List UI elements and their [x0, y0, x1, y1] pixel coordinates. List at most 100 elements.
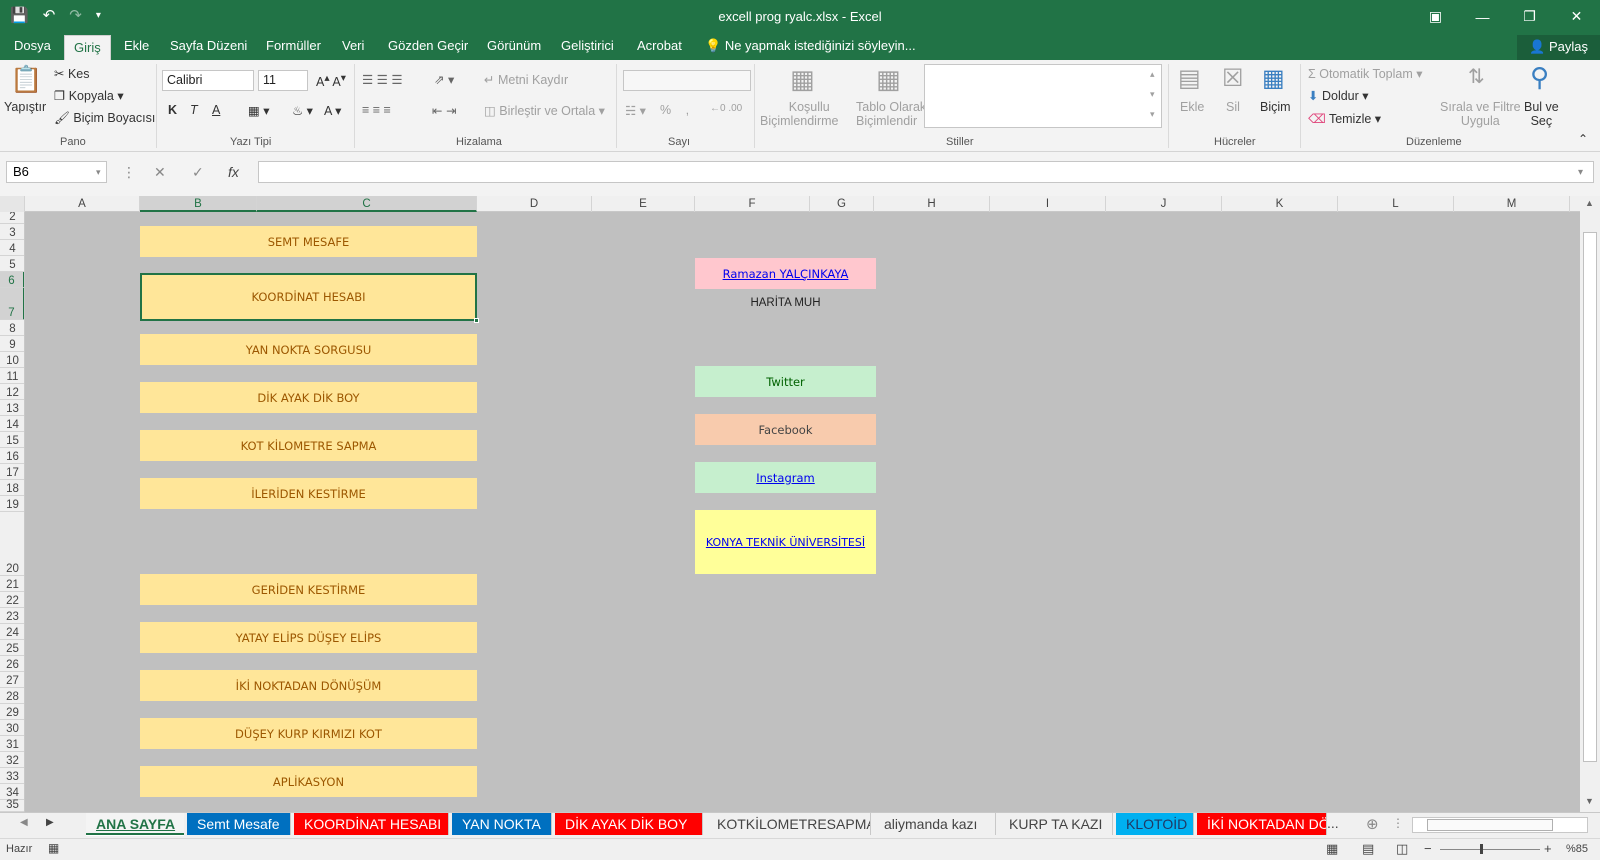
insert-function-icon[interactable]: fx [228, 164, 239, 180]
row-header[interactable]: 13 [0, 400, 24, 416]
format-table-icon[interactable]: ▦ [876, 64, 901, 95]
restore-icon[interactable]: ❐ [1506, 0, 1553, 33]
row-header[interactable]: 8 [0, 320, 24, 336]
tab-gelistirici[interactable]: Geliştirici [561, 38, 614, 53]
wrap-text-button[interactable]: ↵ Metni Kaydır [484, 72, 568, 87]
scroll-down-icon[interactable]: ▼ [1585, 796, 1594, 806]
semt-mesafe-button[interactable]: SEMT MESAFE [140, 226, 477, 257]
column-header[interactable]: K [1222, 196, 1338, 212]
zoom-slider-thumb[interactable] [1480, 844, 1483, 854]
zoom-level[interactable]: %85 [1566, 843, 1588, 855]
row-header[interactable]: 30 [0, 720, 24, 736]
instagram-link[interactable]: Instagram [695, 462, 876, 493]
sheet-tab[interactable]: Semt Mesafe [187, 813, 291, 835]
tab-splitter-icon[interactable]: ⋮ [1392, 816, 1404, 830]
row-header[interactable]: 25 [0, 640, 24, 656]
collapse-ribbon-icon[interactable]: ⌃ [1578, 132, 1588, 146]
vertical-scroll-thumb[interactable] [1583, 232, 1597, 762]
tab-acrobat[interactable]: Acrobat [637, 38, 682, 53]
column-header[interactable]: L [1338, 196, 1454, 212]
insert-cells-button[interactable]: Ekle [1180, 100, 1204, 114]
row-header[interactable]: 34 [0, 784, 24, 800]
new-sheet-icon[interactable]: ⊕ [1366, 815, 1379, 833]
row-header[interactable]: 10 [0, 352, 24, 368]
cell-styles-gallery[interactable] [924, 64, 1162, 128]
comma-icon[interactable]: ‚ [686, 103, 689, 117]
format-painter-button[interactable]: 🖌 Biçim Boyacısı [54, 111, 155, 126]
font-size-select[interactable]: 11 [258, 70, 308, 91]
sheet-tab[interactable]: İKİ NOKTADAN DÖN [1197, 813, 1327, 835]
row-header[interactable]: 19 [0, 496, 24, 512]
format-cells-button[interactable]: Biçim [1260, 100, 1291, 114]
row-header[interactable]: 18 [0, 480, 24, 496]
decimal-icon[interactable]: ←0 .00 [710, 103, 742, 114]
column-header[interactable]: J [1106, 196, 1222, 212]
row-header[interactable]: 33 [0, 768, 24, 784]
yatay-elips-dusey-elips-button[interactable]: YATAY ELİPS DÜŞEY ELİPS [140, 622, 477, 653]
row-header[interactable]: 3 [0, 224, 24, 240]
column-header[interactable]: H [874, 196, 990, 212]
iki-noktadan-donusum-button[interactable]: İKİ NOKTADAN DÖNÜŞÜM [140, 670, 477, 701]
sheet-tab[interactable]: ANA SAYFA [86, 813, 184, 835]
tab-giris[interactable]: Giriş [64, 35, 111, 60]
row-header[interactable]: 22 [0, 592, 24, 608]
tab-gorunum[interactable]: Görünüm [487, 38, 541, 53]
indent-icon[interactable]: ⇤ ⇥ [432, 103, 456, 118]
worksheet-grid[interactable]: SEMT MESAFE KOORDİNAT HESABI YAN NOKTA S… [25, 212, 1580, 812]
sheet-tab[interactable]: YAN NOKTA [452, 813, 552, 835]
fill-button[interactable]: ⬇ Doldur ▾ [1308, 88, 1369, 103]
name-box[interactable]: B6 [6, 161, 107, 183]
row-header[interactable]: 5 [0, 256, 24, 272]
row-header[interactable]: 4 [0, 240, 24, 256]
column-header[interactable]: E [592, 196, 695, 212]
vertical-scrollbar[interactable]: ▲ ▼ [1580, 196, 1600, 812]
row-header[interactable]: 6 [0, 272, 24, 288]
row-header[interactable]: 35 [0, 799, 24, 812]
normal-view-icon[interactable]: ▦ [1326, 841, 1338, 857]
column-header[interactable]: M [1454, 196, 1570, 212]
formula-input[interactable] [258, 161, 1594, 183]
fill-handle[interactable] [474, 318, 479, 323]
tab-veri[interactable]: Veri [342, 38, 364, 53]
dusey-kurp-kirmizi-kot-button[interactable]: DÜŞEY KURP KIRMIZI KOT [140, 718, 477, 749]
number-format-select[interactable] [623, 70, 751, 91]
horizontal-scroll-thumb[interactable] [1427, 819, 1553, 831]
dik-ayak-dik-boy-button[interactable]: DİK AYAK DİK BOY [140, 382, 477, 413]
row-header[interactable]: 9 [0, 336, 24, 352]
facebook-link[interactable]: Facebook [695, 414, 876, 445]
fill-color-icon[interactable]: ♨ ▾ [292, 103, 313, 118]
scroll-up-icon[interactable]: ▲ [1585, 198, 1594, 208]
university-link[interactable]: KONYA TEKNİK ÜNİVERSİTESİ [695, 510, 876, 574]
styles-gallery-scroll-icon[interactable]: ▴ ▾ ▾ [1150, 64, 1155, 124]
tab-sayfa-duzeni[interactable]: Sayfa Düzeni [170, 38, 247, 53]
italic-button[interactable]: T [190, 103, 198, 117]
horizontal-scrollbar[interactable] [1412, 817, 1588, 833]
tab-dosya[interactable]: Dosya [14, 38, 51, 53]
cut-button[interactable]: ✂ Kes [54, 66, 90, 81]
border-icon[interactable]: ▦ ▾ [248, 103, 270, 118]
aplikasyon-button[interactable]: APLİKASYON [140, 766, 477, 797]
yan-nokta-sorgusu-button[interactable]: YAN NOKTA SORGUSU [140, 334, 477, 365]
tab-scroll-right-icon[interactable]: ▶ [46, 817, 54, 828]
autosum-button[interactable]: Σ Otomatik Toplam ▾ [1308, 66, 1423, 81]
sort-filter-button[interactable]: Sırala ve Filtre Uygula [1440, 100, 1521, 128]
tab-ekle[interactable]: Ekle [124, 38, 149, 53]
row-header[interactable]: 29 [0, 704, 24, 720]
paste-button[interactable]: Yapıştır [4, 100, 46, 114]
column-header[interactable]: F [695, 196, 810, 212]
row-header[interactable]: 14 [0, 416, 24, 432]
bold-button[interactable]: K [168, 103, 177, 117]
macro-record-icon[interactable]: ▦ [48, 841, 59, 855]
row-header[interactable]: 11 [0, 368, 24, 384]
column-header[interactable]: A [25, 196, 140, 212]
clear-button[interactable]: ⌫ Temizle ▾ [1308, 111, 1381, 126]
format-table-button[interactable]: Tablo Olarak Biçimlendir [856, 100, 926, 128]
expand-formula-bar-icon[interactable]: ▾ [1578, 167, 1583, 178]
author-link[interactable]: Ramazan YALÇINKAYA [695, 258, 876, 289]
orientation-icon[interactable]: ⇗ ▾ [434, 72, 454, 87]
sort-filter-icon[interactable]: ⇅ [1468, 64, 1485, 89]
tab-formuller[interactable]: Formüller [266, 38, 321, 53]
kot-kilometre-sapma-button[interactable]: KOT KİLOMETRE SAPMA [140, 430, 477, 461]
ribbon-display-icon[interactable]: ▣ [1412, 0, 1459, 33]
share-button[interactable]: 👤 Paylaş [1517, 35, 1600, 60]
